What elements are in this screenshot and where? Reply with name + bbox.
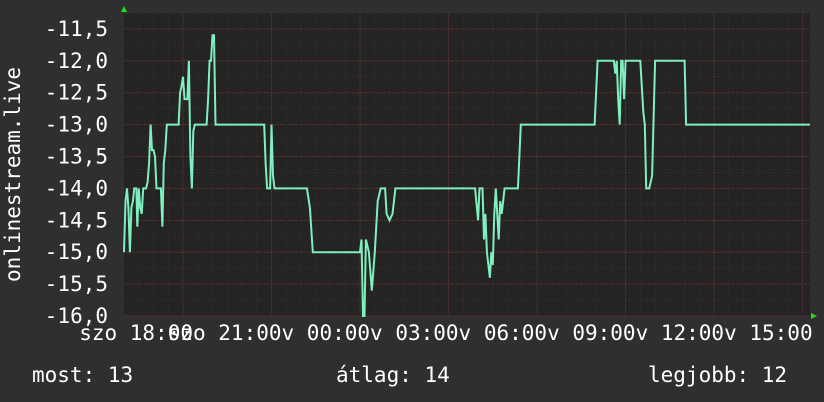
y-tick-label: -15,0 — [45, 240, 108, 264]
y-tick-label: -15,5 — [45, 272, 108, 296]
x-tick-label: v 12:00 — [636, 321, 725, 345]
y-axis-label: onlinestream.live — [1, 67, 25, 282]
y-tick-label: -13,0 — [45, 113, 108, 137]
y-tick-label: -14,5 — [45, 208, 108, 232]
y-axis-arrow-icon — [121, 6, 127, 12]
chart-page: -11,5 -12,0 -12,5 -13,0 -13,5 -14,0 -14,5 -15,0… — [0, 0, 824, 402]
footer-average: átlag: 14 — [336, 363, 450, 387]
x-tick-label: szo 21:00 — [168, 321, 282, 345]
x-tick-label: v 15:00 — [724, 321, 813, 345]
y-tick-label: -14,0 — [45, 176, 108, 200]
line-chart: -11,5 -12,0 -12,5 -13,0 -13,5 -14,0 -14,5 -15,0… — [1, 6, 817, 387]
x-tick-label: v 06:00 — [459, 321, 548, 345]
y-tick-label: -12,5 — [45, 81, 108, 105]
x-tick-labels: szo 18:00szo 21:00 v 00:00 v 03:00 v 06:00 v… — [79, 321, 812, 345]
y-tick-label: -13,5 — [45, 145, 108, 169]
x-tick-label: v 09:00 — [547, 321, 636, 345]
x-axis-arrow-icon — [811, 313, 817, 319]
footer-current: most: 13 — [32, 363, 133, 387]
x-tick-label: v 00:00 — [282, 321, 371, 345]
y-tick-label: -11,5 — [45, 17, 108, 41]
x-tick-label: v 03:00 — [370, 321, 459, 345]
y-tick-label: -12,0 — [45, 49, 108, 73]
footer-best: legjobb: 12 — [648, 363, 787, 387]
y-tick-labels: -11,5 -12,0 -12,5 -13,0 -13,5 -14,0 -14,5 -15,0… — [45, 17, 108, 328]
